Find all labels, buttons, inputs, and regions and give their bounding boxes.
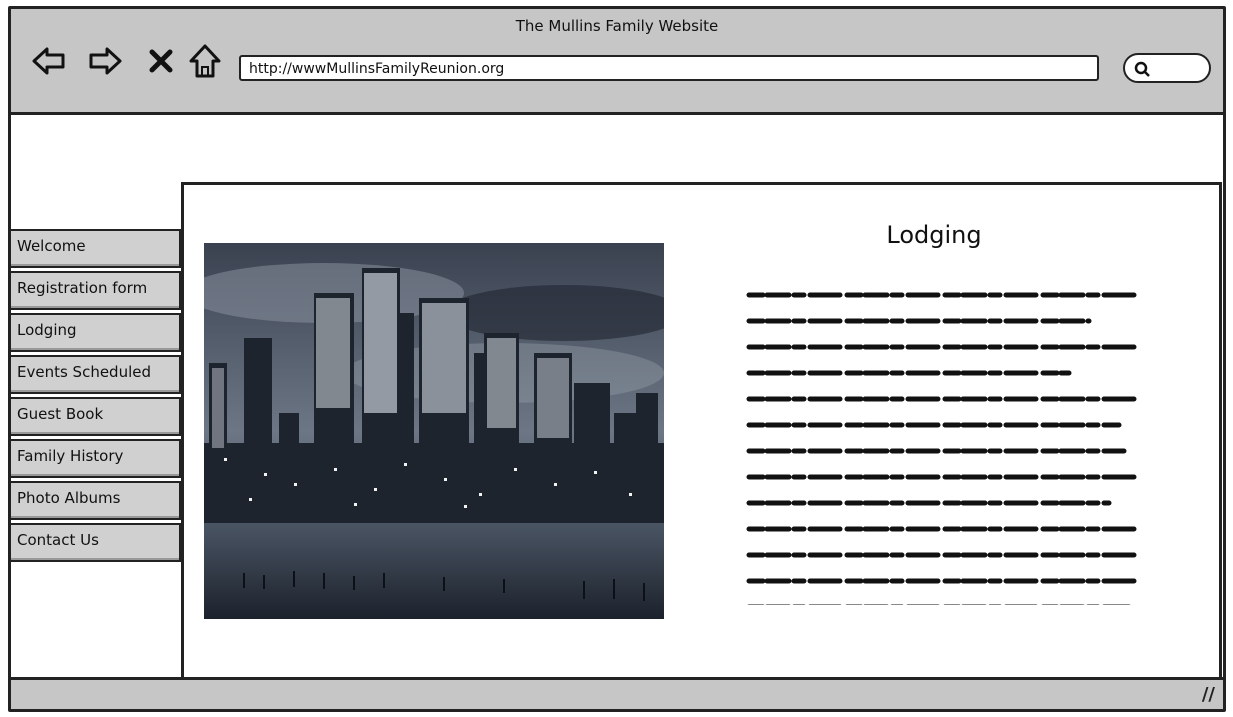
sidebar-item-lodging[interactable]: Lodging: [11, 313, 181, 352]
resize-grip-icon[interactable]: //: [1202, 684, 1215, 705]
sidebar-item-welcome[interactable]: Welcome: [11, 229, 181, 268]
sidebar-item-family-history[interactable]: Family History: [11, 439, 181, 478]
back-arrow-icon[interactable]: [31, 43, 67, 79]
sidebar-item-contact-us[interactable]: Contact Us: [11, 523, 181, 562]
window-title: The Mullins Family Website: [515, 17, 719, 35]
browser-window: The Mullins Family Website http://wwwMul…: [8, 6, 1226, 712]
home-icon[interactable]: [187, 43, 223, 79]
sidebar-item-photo-albums[interactable]: Photo Albums: [11, 481, 181, 520]
forward-arrow-icon[interactable]: [87, 43, 123, 79]
content-panel: Lodging: [181, 182, 1222, 682]
placeholder-text-block: [744, 285, 1144, 610]
browser-toolbar: The Mullins Family Website http://wwwMul…: [11, 9, 1223, 115]
page-heading: Lodging: [886, 221, 982, 249]
search-icon: [1134, 61, 1150, 77]
sidebar-nav: Welcome Registration form Lodging Events…: [11, 229, 181, 565]
sidebar-item-guest-book[interactable]: Guest Book: [11, 397, 181, 436]
city-skyline-image: [204, 243, 664, 619]
close-icon[interactable]: [143, 43, 179, 79]
url-input[interactable]: http://wwwMullinsFamilyReunion.org: [239, 55, 1099, 81]
sidebar-item-registration-form[interactable]: Registration form: [11, 271, 181, 310]
search-input[interactable]: [1123, 53, 1211, 83]
sidebar-item-events-scheduled[interactable]: Events Scheduled: [11, 355, 181, 394]
status-bar: //: [11, 677, 1223, 709]
